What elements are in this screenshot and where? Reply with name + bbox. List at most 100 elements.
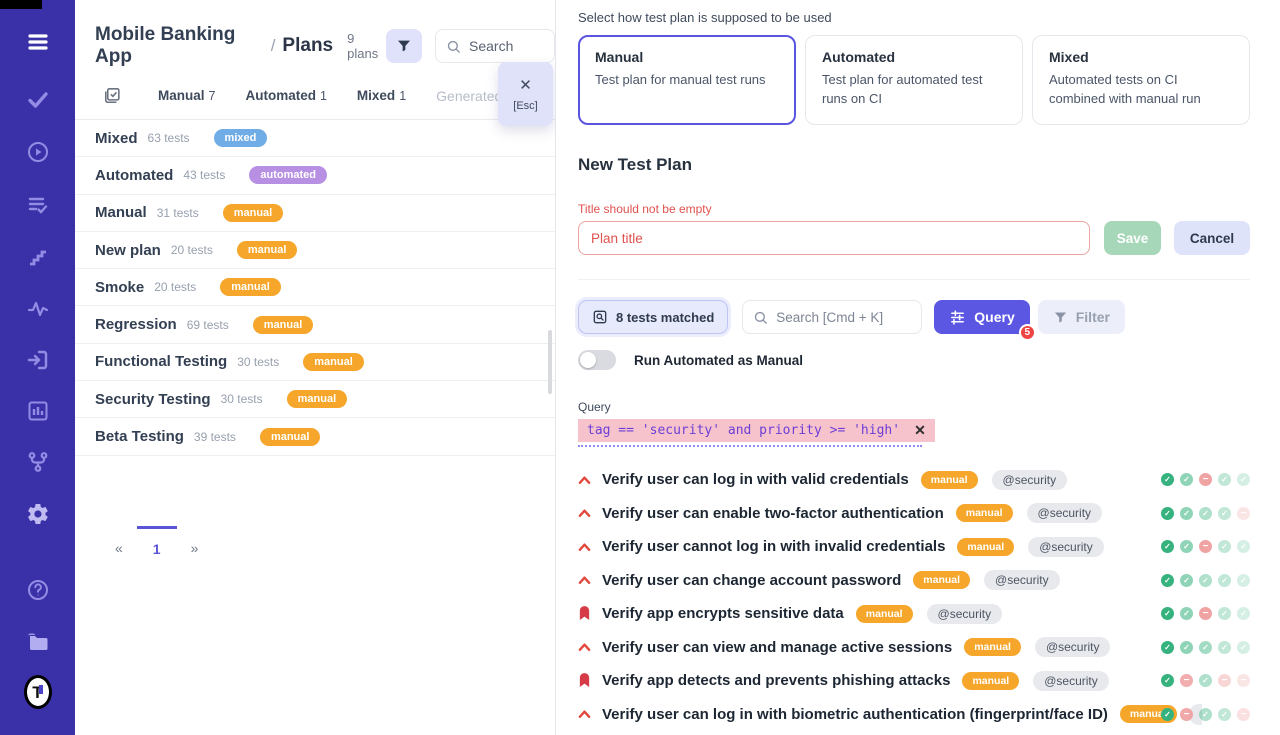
- tests-check-icon[interactable]: [24, 86, 52, 114]
- plans-search-input[interactable]: [469, 38, 539, 54]
- test-title[interactable]: Verify user can log in with biometric au…: [602, 706, 1108, 723]
- plan-row[interactable]: Automated 43 tests automated: [75, 157, 555, 194]
- test-tag[interactable]: @security: [927, 604, 1003, 624]
- test-tag[interactable]: @security: [1028, 537, 1104, 557]
- pagination-prev[interactable]: «: [101, 526, 137, 557]
- cancel-button[interactable]: Cancel: [1174, 221, 1250, 255]
- status-dot-pass: [1161, 708, 1174, 721]
- plan-row[interactable]: Manual 31 tests manual: [75, 195, 555, 232]
- test-title[interactable]: Verify app detects and prevents phishing…: [602, 672, 950, 689]
- test-tag[interactable]: @security: [992, 470, 1068, 490]
- test-row[interactable]: Verify app encrypts sensitive data manua…: [578, 597, 1250, 631]
- select-all-icon[interactable]: [103, 86, 122, 105]
- status-dot-pass: [1218, 641, 1231, 654]
- activity-pulse-icon[interactable]: [24, 295, 52, 323]
- run-status-dots: [1161, 708, 1250, 721]
- pagination-page-1[interactable]: 1: [137, 526, 177, 557]
- close-icon[interactable]: ✕: [519, 76, 532, 94]
- tab-mixed[interactable]: Mixed1: [357, 88, 406, 103]
- runs-play-icon[interactable]: [24, 138, 52, 166]
- title-form-row: Save Cancel: [578, 221, 1250, 255]
- breadcrumb-project[interactable]: Mobile Banking App: [95, 24, 264, 68]
- type-card-automated[interactable]: Automated Test plan for automated test r…: [805, 35, 1023, 125]
- status-dot-pass: [1180, 607, 1193, 620]
- run-as-manual-row: Run Automated as Manual: [578, 350, 1250, 370]
- test-type-badge: manual: [913, 571, 970, 589]
- test-title[interactable]: Verify user can enable two-factor authen…: [602, 505, 944, 522]
- tab-manual[interactable]: Manual7: [158, 88, 215, 103]
- filter-button-label: Filter: [1076, 309, 1110, 325]
- import-login-icon[interactable]: [24, 346, 52, 374]
- tests-search-box[interactable]: [742, 300, 922, 334]
- priority-high-icon: [578, 508, 592, 518]
- pagination-next[interactable]: »: [177, 526, 213, 557]
- test-title[interactable]: Verify user cannot log in with invalid c…: [602, 538, 945, 555]
- test-tag[interactable]: @security: [1035, 637, 1111, 657]
- usage-label: Select how test plan is supposed to be u…: [578, 10, 1250, 25]
- plan-type-badge: mixed: [214, 129, 268, 147]
- status-dot-pass: [1180, 540, 1193, 553]
- breadcrumb-section[interactable]: Plans: [282, 35, 333, 57]
- help-question-icon[interactable]: [24, 576, 52, 604]
- test-row[interactable]: Verify user can enable two-factor authen…: [578, 497, 1250, 531]
- close-panel-button[interactable]: ✕ [Esc]: [498, 62, 553, 126]
- menu-icon[interactable]: [24, 28, 52, 56]
- analytics-chart-icon[interactable]: [24, 397, 52, 425]
- plan-row[interactable]: Regression 69 tests manual: [75, 306, 555, 343]
- branch-fork-icon[interactable]: [24, 448, 52, 476]
- query-section: Query tag == 'security' and priority >= …: [578, 400, 1250, 447]
- run-status-dots: [1161, 507, 1250, 520]
- settings-gear-icon[interactable]: [24, 500, 52, 528]
- test-row[interactable]: Verify user can change account password …: [578, 564, 1250, 598]
- status-dot-pass: [1237, 607, 1250, 620]
- plan-row[interactable]: Beta Testing 39 tests manual: [75, 418, 555, 455]
- plan-row[interactable]: New plan 20 tests manual: [75, 232, 555, 269]
- test-row[interactable]: Verify user can log in with biometric au…: [578, 698, 1250, 732]
- plan-name: Regression: [95, 316, 177, 333]
- test-tag[interactable]: @security: [984, 570, 1060, 590]
- plans-search-box[interactable]: [435, 29, 555, 63]
- run-status-dots: [1161, 574, 1250, 587]
- save-button[interactable]: Save: [1104, 221, 1161, 255]
- run-automated-toggle[interactable]: [578, 350, 616, 370]
- test-type-badge: manual: [921, 471, 978, 489]
- steps-icon[interactable]: [24, 243, 52, 271]
- preview-zoom-icon: [592, 309, 608, 325]
- status-dot-fail: [1199, 540, 1212, 553]
- test-title[interactable]: Verify user can change account password: [602, 572, 901, 589]
- test-tag[interactable]: @security: [1027, 503, 1103, 523]
- test-title[interactable]: Verify user can view and manage active s…: [602, 639, 952, 656]
- plan-row[interactable]: Functional Testing 30 tests manual: [75, 344, 555, 381]
- tab-automated[interactable]: Automated1: [245, 88, 326, 103]
- plan-title-input[interactable]: [578, 221, 1090, 255]
- plan-row[interactable]: Smoke 20 tests manual: [75, 269, 555, 306]
- test-row[interactable]: Verify app detects and prevents phishing…: [578, 664, 1250, 698]
- projects-folder-icon[interactable]: [24, 628, 52, 656]
- run-checklist-icon[interactable]: [24, 191, 52, 219]
- plan-type-badge: manual: [303, 353, 364, 371]
- test-title[interactable]: Verify user can log in with valid creden…: [602, 471, 909, 488]
- tests-matched-button[interactable]: 8 tests matched: [578, 300, 728, 334]
- plan-row[interactable]: Security Testing 30 tests manual: [75, 381, 555, 418]
- plan-type-cards: Manual Test plan for manual test runs Au…: [578, 35, 1250, 125]
- test-title[interactable]: Verify app encrypts sensitive data: [602, 605, 844, 622]
- tab-generated[interactable]: Generated: [436, 88, 502, 104]
- type-card-manual[interactable]: Manual Test plan for manual test runs: [578, 35, 796, 125]
- filter-button[interactable]: Filter: [1038, 300, 1125, 334]
- plan-type-tabs: Manual7 Automated1 Mixed1 Generated: [75, 86, 555, 119]
- clear-query-icon[interactable]: ✕: [914, 422, 926, 439]
- type-card-mixed[interactable]: Mixed Automated tests on CI combined wit…: [1032, 35, 1250, 125]
- status-dot-pass: [1218, 540, 1231, 553]
- plans-filter-button[interactable]: [386, 29, 422, 63]
- status-dot-pass: [1199, 507, 1212, 520]
- plan-row[interactable]: Mixed 63 tests mixed: [75, 120, 555, 157]
- status-dot-pass: [1180, 574, 1193, 587]
- tests-search-input[interactable]: [776, 310, 916, 325]
- test-row[interactable]: Verify user can view and manage active s…: [578, 631, 1250, 665]
- query-button[interactable]: Query 5: [934, 300, 1029, 334]
- test-row[interactable]: Verify user cannot log in with invalid c…: [578, 530, 1250, 564]
- test-tag[interactable]: @security: [1033, 671, 1109, 691]
- app-logo[interactable]: T: [24, 674, 52, 710]
- test-row[interactable]: Verify user can log in with valid creden…: [578, 463, 1250, 497]
- scrollbar-thumb[interactable]: [548, 330, 552, 394]
